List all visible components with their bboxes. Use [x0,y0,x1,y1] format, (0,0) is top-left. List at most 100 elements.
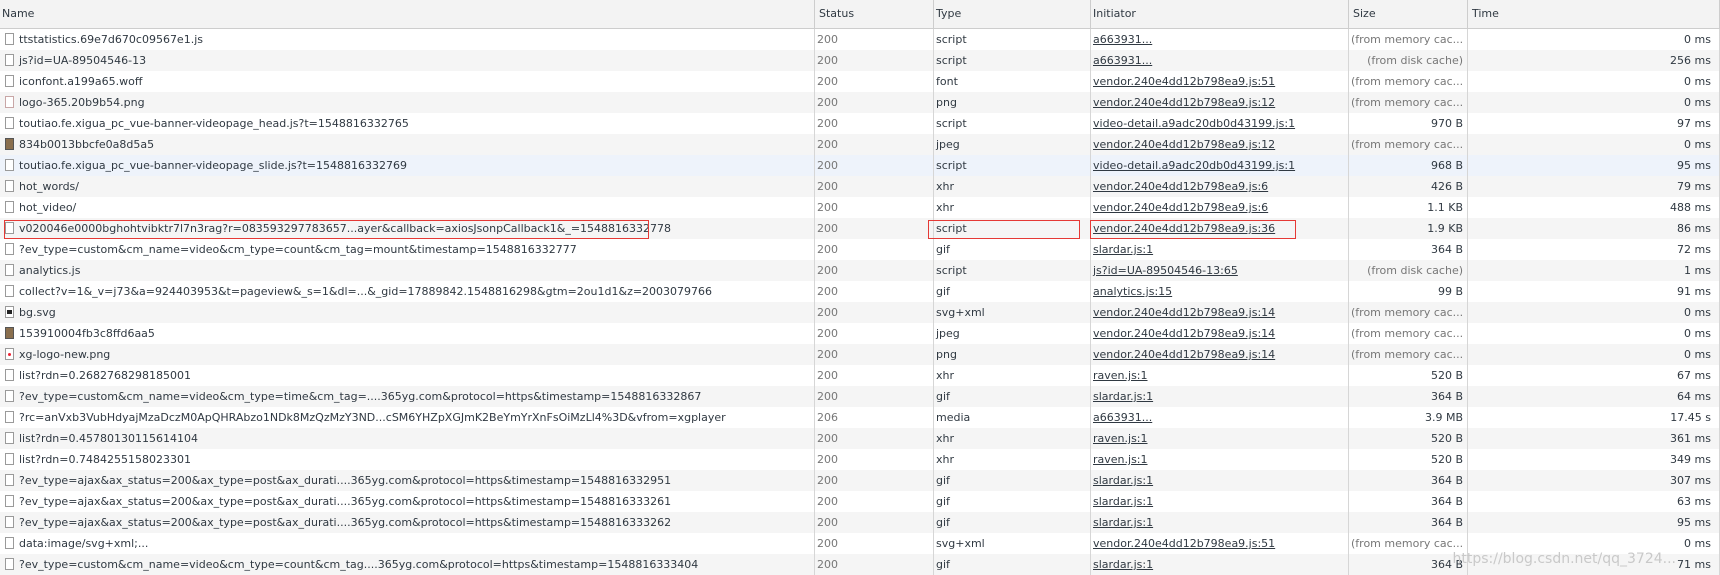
request-name[interactable]: list?rdn=0.45780130115614104 [19,428,198,449]
cell-type: svg+xml [934,533,1091,554]
request-name[interactable]: analytics.js [19,260,80,281]
table-row[interactable]: ?rc=anVxb3VubHdyajMzaDczM0ApQHRAbzo1NDk8… [0,407,1720,428]
cell-initiator: slardar.js:1 [1091,386,1349,407]
file-icon [5,243,14,255]
cell-status: 200 [815,239,934,260]
column-header-initiator[interactable]: Initiator [1091,0,1349,28]
initiator-link[interactable]: slardar.js:1 [1093,243,1153,256]
request-name[interactable]: list?rdn=0.7484255158023301 [19,449,191,470]
request-name[interactable]: bg.svg [19,302,56,323]
initiator-link[interactable]: a663931... [1093,33,1152,46]
table-row[interactable]: v020046e0000bghohtvibktr7l7n3rag?r=08359… [0,218,1720,239]
cell-type: svg+xml [934,302,1091,323]
table-row[interactable]: ?ev_type=custom&cm_name=video&cm_type=co… [0,239,1720,260]
initiator-link[interactable]: vendor.240e4dd12b798ea9.js:12 [1093,96,1275,109]
initiator-link[interactable]: video-detail.a9adc20db0d43199.js:1 [1093,159,1295,172]
request-name[interactable]: collect?v=1&_v=j73&a=924403953&t=pagevie… [19,281,712,302]
initiator-link[interactable]: vendor.240e4dd12b798ea9.js:51 [1093,537,1275,550]
table-row[interactable]: collect?v=1&_v=j73&a=924403953&t=pagevie… [0,281,1720,302]
initiator-link[interactable]: js?id=UA-89504546-13:65 [1093,264,1238,277]
column-header-status[interactable]: Status [815,0,934,28]
request-name[interactable]: logo-365.20b9b54.png [19,92,145,113]
request-name[interactable]: toutiao.fe.xigua_pc_vue-banner-videopage… [19,155,407,176]
initiator-link[interactable]: slardar.js:1 [1093,390,1153,403]
table-row[interactable]: xg-logo-new.png 200 png vendor.240e4dd12b79… [0,344,1720,365]
table-row[interactable]: ?ev_type=ajax&ax_status=200&ax_type=post… [0,512,1720,533]
table-row[interactable]: ?ev_type=ajax&ax_status=200&ax_type=post… [0,491,1720,512]
initiator-link[interactable]: a663931... [1093,411,1152,424]
table-row[interactable]: bg.svg 200 svg+xml vendor.240e4dd12b798ea9.… [0,302,1720,323]
initiator-link[interactable]: slardar.js:1 [1093,474,1153,487]
column-header-time[interactable]: Time [1468,0,1720,28]
table-row[interactable]: list?rdn=0.45780130115614104 200 xhr raven.… [0,428,1720,449]
request-name[interactable]: xg-logo-new.png [19,344,110,365]
table-row[interactable]: list?rdn=0.2682768298185001 200 xhr raven.j… [0,365,1720,386]
cell-size: 520 B [1349,428,1468,449]
cell-name: analytics.js [0,260,815,281]
initiator-link[interactable]: raven.js:1 [1093,432,1148,445]
request-name[interactable]: iconfont.a199a65.woff [19,71,142,92]
cell-time: 361 ms [1468,428,1720,449]
initiator-link[interactable]: analytics.js:15 [1093,285,1172,298]
initiator-link[interactable]: video-detail.a9adc20db0d43199.js:1 [1093,117,1295,130]
cell-status: 200 [815,365,934,386]
initiator-link[interactable]: vendor.240e4dd12b798ea9.js:6 [1093,201,1268,214]
initiator-link[interactable]: vendor.240e4dd12b798ea9.js:12 [1093,138,1275,151]
table-row[interactable]: ?ev_type=custom&cm_name=video&cm_type=ti… [0,386,1720,407]
request-name[interactable]: ?ev_type=custom&cm_name=video&cm_type=co… [19,554,698,575]
initiator-link[interactable]: slardar.js:1 [1093,516,1153,529]
initiator-link[interactable]: raven.js:1 [1093,453,1148,466]
request-name[interactable]: toutiao.fe.xigua_pc_vue-banner-videopage… [19,113,409,134]
initiator-link[interactable]: slardar.js:1 [1093,558,1153,571]
initiator-link[interactable]: vendor.240e4dd12b798ea9.js:6 [1093,180,1268,193]
initiator-link[interactable]: vendor.240e4dd12b798ea9.js:14 [1093,348,1275,361]
table-row[interactable]: js?id=UA-89504546-13 200 script a663931... (… [0,50,1720,71]
column-header-name[interactable]: Name [0,0,815,28]
table-row[interactable]: toutiao.fe.xigua_pc_vue-banner-videopage… [0,113,1720,134]
request-name[interactable]: ?ev_type=custom&cm_name=video&cm_type=co… [19,239,577,260]
table-row[interactable]: ttstatistics.69e7d670c09567e1.js 200 scrip… [0,29,1720,50]
request-name[interactable]: ?ev_type=ajax&ax_status=200&ax_type=post… [19,470,671,491]
request-name[interactable]: v020046e0000bghohtvibktr7l7n3rag?r=08359… [19,218,671,239]
request-name[interactable]: js?id=UA-89504546-13 [19,50,146,71]
cell-type: png [934,344,1091,365]
request-name[interactable]: ttstatistics.69e7d670c09567e1.js [19,29,203,50]
request-name[interactable]: 834b0013bbcfe0a8d5a5 [19,134,154,155]
cell-type: gif [934,554,1091,575]
cell-size: (from memory cac... [1349,29,1468,50]
request-name[interactable]: hot_words/ [19,176,79,197]
request-name[interactable]: ?ev_type=custom&cm_name=video&cm_type=ti… [19,386,701,407]
initiator-link[interactable]: a663931... [1093,54,1152,67]
request-name[interactable]: hot_video/ [19,197,76,218]
request-name[interactable]: 153910004fb3c8ffd6aa5 [19,323,155,344]
request-name[interactable]: ?ev_type=ajax&ax_status=200&ax_type=post… [19,491,671,512]
file-icon [5,75,14,87]
table-row[interactable]: 153910004fb3c8ffd6aa5 200 jpeg vendor.240e4… [0,323,1720,344]
initiator-link[interactable]: raven.js:1 [1093,369,1148,382]
request-name[interactable]: data:image/svg+xml;... [19,533,148,554]
table-row[interactable]: hot_words/200 xhr vendor.240e4dd12b798ea9.… [0,176,1720,197]
request-name[interactable]: ?ev_type=ajax&ax_status=200&ax_type=post… [19,512,671,533]
initiator-link[interactable]: vendor.240e4dd12b798ea9.js:51 [1093,75,1275,88]
cell-initiator: raven.js:1 [1091,449,1349,470]
table-row[interactable]: toutiao.fe.xigua_pc_vue-banner-videopage… [0,155,1720,176]
initiator-link[interactable]: vendor.240e4dd12b798ea9.js:36 [1093,222,1275,235]
request-name[interactable]: list?rdn=0.2682768298185001 [19,365,191,386]
column-header-type[interactable]: Type [934,0,1091,28]
table-row[interactable]: hot_video/200 xhr vendor.240e4dd12b798ea9.… [0,197,1720,218]
request-name[interactable]: ?rc=anVxb3VubHdyajMzaDczM0ApQHRAbzo1NDk8… [19,407,726,428]
table-row[interactable]: logo-365.20b9b54.png 200 png vendor.240e4dd… [0,92,1720,113]
table-row[interactable]: 834b0013bbcfe0a8d5a5 200 jpeg vendor.240e4d… [0,134,1720,155]
table-row[interactable]: analytics.js 200 script js?id=UA-89504546-1… [0,260,1720,281]
table-row[interactable]: list?rdn=0.7484255158023301 200 xhr raven.j… [0,449,1720,470]
cell-status: 200 [815,554,934,575]
column-header-size[interactable]: Size [1349,0,1468,28]
file-icon [5,201,14,213]
initiator-link[interactable]: slardar.js:1 [1093,495,1153,508]
cell-size: 364 B [1349,239,1468,260]
cell-size: 364 B [1349,491,1468,512]
initiator-link[interactable]: vendor.240e4dd12b798ea9.js:14 [1093,306,1275,319]
initiator-link[interactable]: vendor.240e4dd12b798ea9.js:14 [1093,327,1275,340]
table-row[interactable]: iconfont.a199a65.woff 200 font vendor.240e4… [0,71,1720,92]
table-row[interactable]: ?ev_type=ajax&ax_status=200&ax_type=post… [0,470,1720,491]
